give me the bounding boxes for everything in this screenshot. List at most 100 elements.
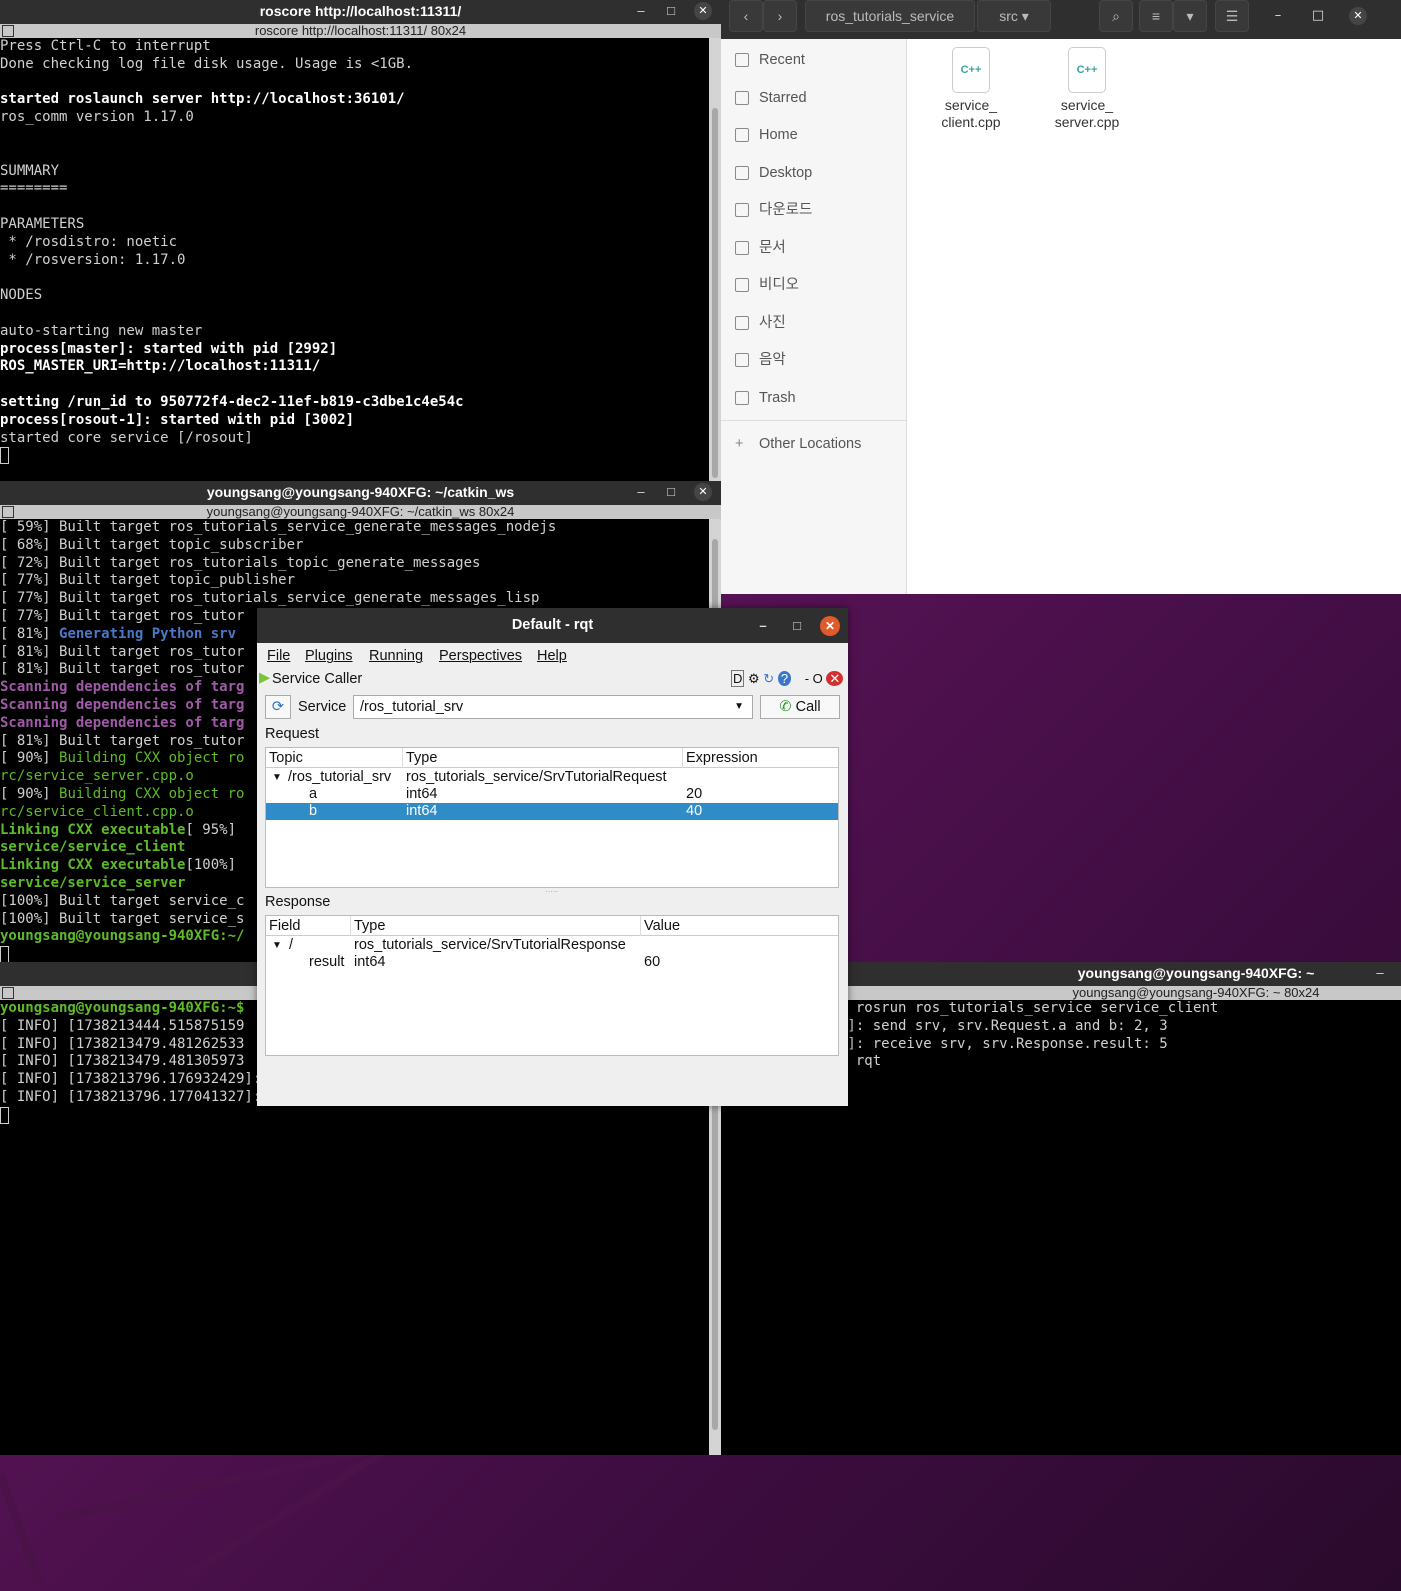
col-header-field[interactable]: Field	[266, 916, 351, 936]
file-view[interactable]: C++ service_ client.cpp C++ service_ ser…	[907, 39, 1401, 594]
plugin-controls: D ⚙ ↻ ? - O ✕	[731, 670, 844, 687]
menu-running[interactable]: Running	[369, 643, 423, 669]
dock-button[interactable]: D	[731, 670, 745, 687]
terminal-line: [ 59%] Built target ros_tutorials_servic…	[0, 519, 709, 537]
sidebar-item[interactable]: 다운로드	[721, 192, 907, 228]
table-row[interactable]: ▼ / ros_tutorials_service/SrvTutorialRes…	[266, 937, 838, 954]
close-button[interactable]: ✕	[694, 483, 712, 501]
response-label: Response	[265, 894, 331, 910]
terminal-line-text: setting /run_id to 950772f4-dec2-11ef-b8…	[0, 393, 464, 410]
request-table[interactable]: Topic Type Expression ▼ /ros_tutorial_sr…	[265, 747, 839, 888]
roscore-terminal-window[interactable]: roscore http://localhost:11311/ – □ ✕ ro…	[0, 0, 721, 481]
sidebar-item[interactable]: 비디오	[721, 267, 907, 303]
minimize-button[interactable]: –	[753, 616, 773, 636]
close-plugin-icon[interactable]: ✕	[826, 671, 844, 686]
menu-file[interactable]: File	[267, 643, 290, 669]
row-expression[interactable]: 40	[686, 803, 702, 820]
col-header-type[interactable]: Type	[351, 916, 641, 936]
menu-perspectives[interactable]: Perspectives	[439, 643, 522, 669]
sidebar-item[interactable]: 문서	[721, 230, 907, 266]
table-row[interactable]: a int64 20	[266, 786, 838, 803]
refresh-button[interactable]: ⟳	[265, 695, 291, 719]
scrollbar[interactable]	[709, 38, 721, 481]
col-header-expression[interactable]: Expression	[683, 748, 839, 768]
sidebar-item[interactable]: Desktop	[721, 155, 907, 191]
float-plugin-icon[interactable]: O	[813, 671, 823, 686]
minimize-button[interactable]: –	[632, 2, 650, 20]
title-bar[interactable]: roscore http://localhost:11311/ – □ ✕ ro…	[0, 0, 721, 38]
maximize-button[interactable]: □	[662, 2, 680, 20]
sidebar-item[interactable]: Trash	[721, 380, 907, 416]
col-header-topic[interactable]: Topic	[266, 748, 403, 768]
sidebar-item[interactable]: Home	[721, 117, 907, 153]
rqt-window[interactable]: Default - rqt – □ ✕ File Plugins Running…	[257, 608, 848, 1106]
table-row-selected[interactable]: b int64 40	[266, 803, 838, 820]
maximize-button[interactable]: □	[787, 616, 807, 636]
call-button[interactable]: ✆ Call	[760, 695, 840, 719]
expand-arrow-icon[interactable]: ▼	[272, 937, 282, 954]
close-button[interactable]: ✕	[694, 2, 712, 20]
col-header-value[interactable]: Value	[641, 916, 839, 936]
list-view-button[interactable]: ≡	[1139, 0, 1173, 32]
sidebar-item[interactable]: Starred	[721, 80, 907, 116]
forward-button[interactable]: ›	[763, 0, 797, 32]
reload-icon[interactable]: ↻	[763, 671, 774, 686]
grid-icon	[2, 506, 14, 518]
table-row[interactable]: ▼ /ros_tutorial_srv ros_tutorials_servic…	[266, 769, 838, 786]
scrollbar-thumb[interactable]	[712, 108, 718, 478]
service-select[interactable]: /ros_tutorial_srv ▼	[353, 695, 753, 719]
splitter-handle[interactable]: ·····	[545, 887, 558, 896]
help-icon[interactable]: ?	[777, 671, 792, 686]
response-table-header: Field Type Value	[266, 916, 838, 936]
minimize-button[interactable]: –	[632, 483, 650, 501]
minimize-plugin-icon[interactable]: -	[805, 671, 809, 686]
row-topic: b	[309, 803, 318, 819]
file-item-server[interactable]: C++ service_ server.cpp	[1042, 47, 1132, 131]
menu-button[interactable]: ☰	[1215, 0, 1249, 32]
breadcrumb-subfolder[interactable]: src ▾	[977, 0, 1051, 32]
search-button[interactable]: ⌕	[1099, 0, 1133, 32]
close-button[interactable]: ✕	[1349, 7, 1367, 25]
minimize-button[interactable]: –	[1371, 964, 1389, 982]
file-item-client[interactable]: C++ service_ client.cpp	[926, 47, 1016, 131]
breadcrumb-folder[interactable]: ros_tutorials_service	[805, 0, 975, 32]
expand-arrow-icon[interactable]: ▼	[272, 769, 282, 786]
settings-icon[interactable]: ⚙	[748, 671, 760, 686]
row-expression[interactable]: 20	[686, 786, 702, 803]
sidebar-item[interactable]: Recent	[721, 42, 907, 78]
terminal-line-text: Done checking log file disk usage. Usage…	[0, 55, 414, 72]
back-button[interactable]: ‹	[729, 0, 763, 32]
close-button[interactable]: ✕	[820, 616, 840, 636]
sidebar-divider	[721, 420, 907, 421]
sidebar-item[interactable]: 사진	[721, 305, 907, 341]
sidebar-item[interactable]: + Other Locations	[721, 426, 907, 462]
terminal-line-text: NODES	[0, 287, 43, 304]
sidebar-item[interactable]: 음악	[721, 342, 907, 378]
col-header-type[interactable]: Type	[403, 748, 683, 768]
file-manager-window[interactable]: ‹ › ros_tutorials_service src ▾ ⌕ ≡ ▾ ☰ …	[721, 0, 1401, 594]
table-row[interactable]: result int64 60	[266, 954, 838, 971]
plugin-handle-icon[interactable]: ▶	[259, 670, 270, 686]
minimize-button[interactable]: –	[1269, 7, 1287, 25]
menu-plugins[interactable]: Plugins	[305, 643, 353, 669]
terminal-line: ========	[0, 180, 709, 198]
terminal-line: auto-starting new master	[0, 323, 709, 341]
terminal-line-text: auto-starting new master	[0, 322, 203, 339]
maximize-button[interactable]: □	[1309, 7, 1327, 25]
folder-icon	[735, 166, 749, 180]
terminal-line: NODES	[0, 287, 709, 305]
view-options-button[interactable]: ▾	[1173, 0, 1207, 32]
title-bar[interactable]: youngsang@youngsang-940XFG: ~/catkin_ws …	[0, 481, 721, 519]
rqt-title-bar[interactable]: Default - rqt – □ ✕	[257, 608, 848, 643]
folder-icon	[735, 91, 749, 105]
terminal-output[interactable]: Press Ctrl-C to interrupt Done checking l…	[0, 38, 709, 481]
response-table[interactable]: Field Type Value ▼ / ros_tutorials_servi…	[265, 915, 839, 1056]
maximize-button[interactable]: □	[662, 483, 680, 501]
row-topic: a	[309, 786, 318, 802]
terminal-line-text: process[master]: started with pid [2992]	[0, 340, 338, 357]
menu-help[interactable]: Help	[537, 643, 567, 669]
terminal-line-text: Scanning dependencies of targ	[0, 714, 245, 731]
terminal-line: ros_comm version 1.17.0	[0, 109, 709, 127]
